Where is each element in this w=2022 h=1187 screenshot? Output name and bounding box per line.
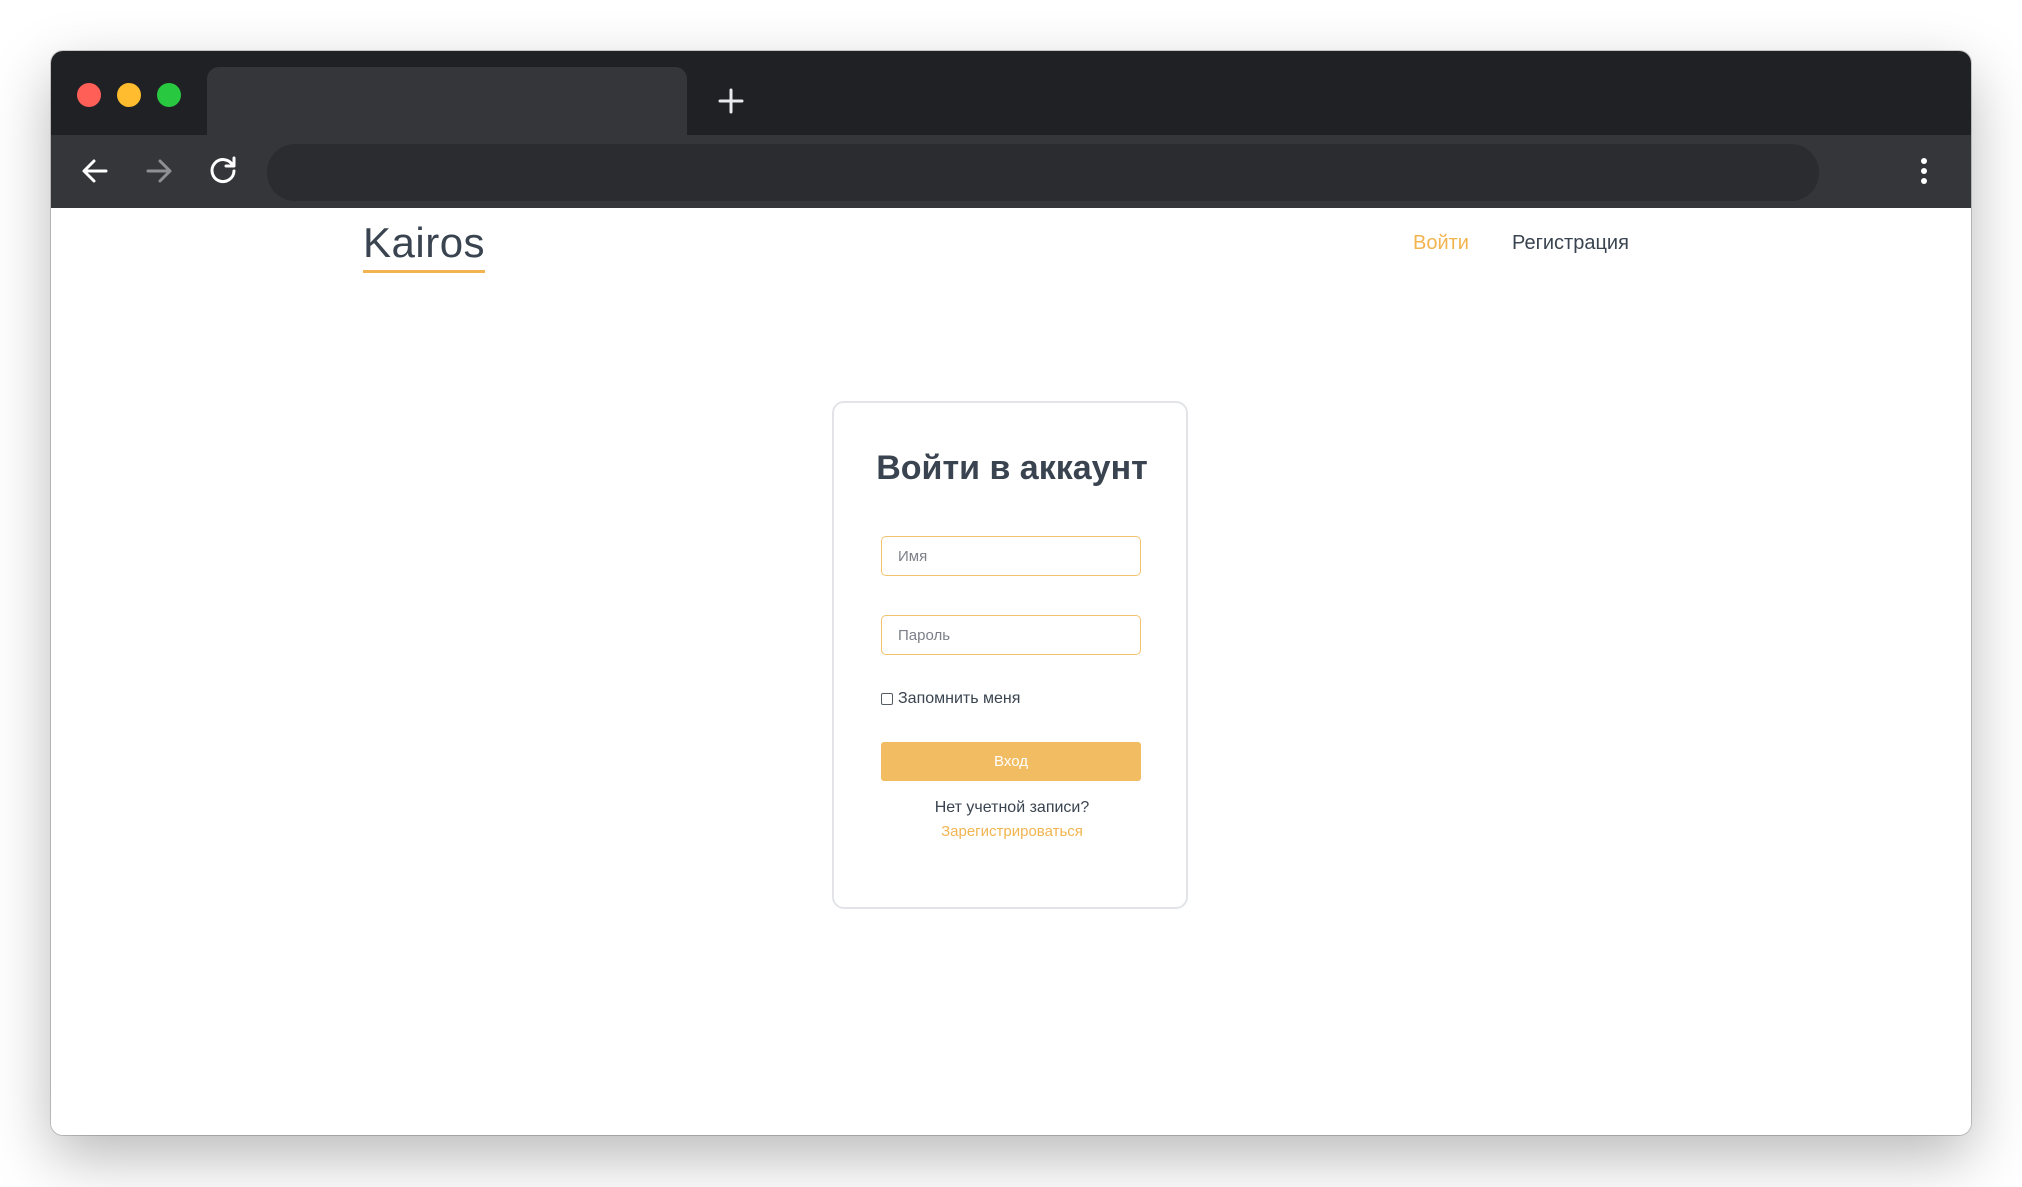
arrow-right-icon — [146, 159, 172, 183]
close-window-button[interactable] — [77, 83, 101, 107]
reload-button[interactable] — [203, 151, 243, 191]
reload-icon — [210, 156, 236, 184]
new-tab-button[interactable] — [711, 81, 751, 121]
nav-register-link[interactable]: Регистрация — [1512, 232, 1629, 255]
remember-me-checkbox[interactable] — [881, 693, 893, 705]
password-input[interactable] — [881, 615, 1141, 655]
nav-login-link[interactable]: Войти — [1413, 232, 1469, 255]
name-input[interactable] — [881, 536, 1141, 576]
remember-me-toggle[interactable]: Запомнить меня — [881, 690, 1020, 708]
screen: Kairos Войти Регистрация Войти в аккаунт… — [0, 0, 2022, 1187]
browser-window: Kairos Войти Регистрация Войти в аккаунт… — [51, 51, 1971, 1135]
browser-toolbar — [51, 135, 1971, 208]
minimize-window-button[interactable] — [117, 83, 141, 107]
browser-tab[interactable] — [207, 67, 687, 135]
plus-icon — [718, 88, 744, 114]
login-title: Войти в аккаунт — [876, 449, 1148, 487]
tab-strip — [51, 51, 1971, 135]
maximize-window-button[interactable] — [157, 83, 181, 107]
remember-me-label: Запомнить меня — [898, 690, 1021, 707]
page-content: Kairos Войти Регистрация Войти в аккаунт… — [51, 208, 1971, 1135]
login-submit-button[interactable]: Вход — [881, 742, 1141, 781]
no-account-text: Нет учетной записи? — [934, 799, 1090, 816]
login-card: Войти в аккаунт Запомнить меня Вход Нет … — [832, 401, 1188, 909]
kebab-menu-icon — [1921, 158, 1927, 184]
back-button[interactable] — [75, 151, 115, 191]
address-input[interactable] — [295, 144, 1795, 203]
signup-link[interactable]: Зарегистрироваться — [834, 823, 1190, 840]
brand-logo[interactable]: Kairos — [363, 218, 486, 273]
arrow-left-icon — [82, 159, 108, 183]
browser-menu-button[interactable] — [1906, 151, 1942, 191]
address-bar[interactable] — [267, 144, 1819, 203]
forward-button[interactable] — [139, 151, 179, 191]
